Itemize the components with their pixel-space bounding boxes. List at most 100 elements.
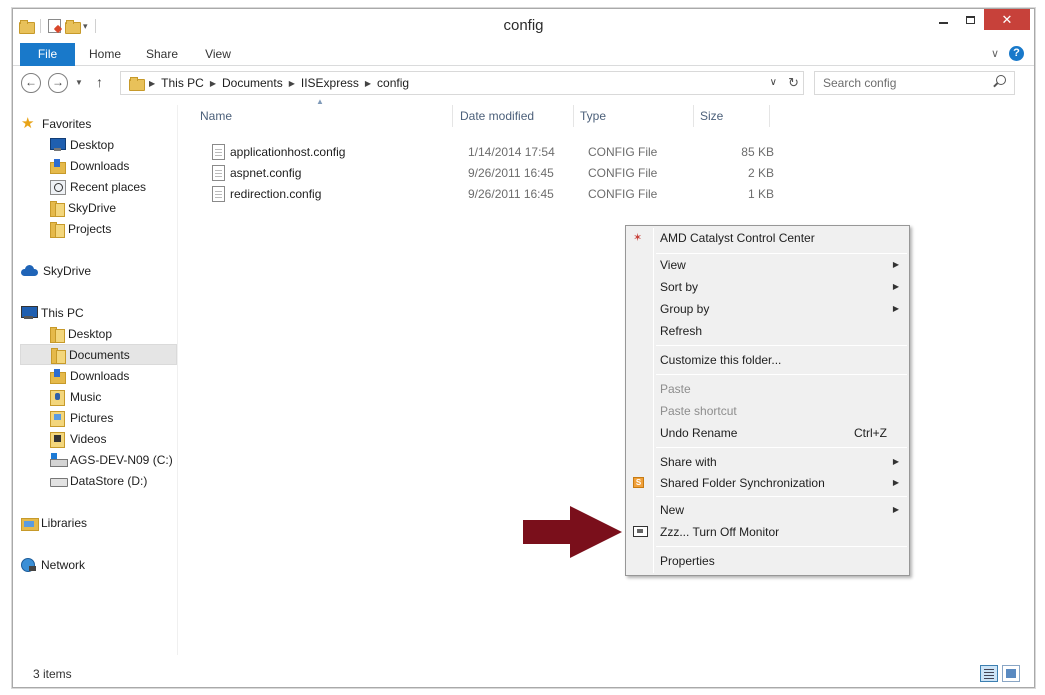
menu-item-properties[interactable]: Properties [628,550,907,572]
menu-item-paste-shortcut: Paste shortcut [628,400,907,422]
help-icon[interactable]: ? [1009,46,1024,61]
close-button[interactable]: ✕ [984,9,1030,30]
navigation-bar: ← → ▼ ↑ ▶ This PC ▶ Documents ▶ IISExpre… [13,71,1034,97]
menu-item-refresh[interactable]: Refresh [628,320,907,342]
nav-item-label: AGS-DEV-N09 (C:) [70,452,173,467]
file-size: 2 KB [747,166,774,180]
menu-item-label: AMD Catalyst Control Center [660,231,815,245]
large-icons-view-button[interactable] [1002,665,1020,682]
search-input[interactable]: Search config [814,71,1015,95]
breadcrumb-iisexpress[interactable]: IISExpress [301,76,359,90]
nav-pc-drive-d[interactable]: DataStore (D:) [50,470,177,491]
nav-pc-pictures[interactable]: Pictures [50,407,177,428]
drive-icon [50,474,68,487]
title-bar: ▾ config ✕ [13,9,1034,41]
breadcrumb-this-pc[interactable]: This PC [161,76,204,90]
keyboard-shortcut: Ctrl+Z [854,426,887,440]
breadcrumb-documents[interactable]: Documents [222,76,283,90]
menu-item-sort-by[interactable]: Sort by ▶ [628,276,907,298]
tab-share[interactable]: Share [137,43,187,66]
menu-item-turn-off-monitor[interactable]: Zzz... Turn Off Monitor [628,521,907,543]
nav-favorites[interactable]: ★ Favorites [21,113,176,134]
folder-icon [50,200,65,217]
file-row[interactable]: redirection.config 9/26/2011 16:45 CONFI… [198,184,788,205]
libraries-icon [21,516,39,531]
breadcrumb-separator-icon[interactable]: ▶ [149,79,155,88]
menu-item-label: Undo Rename [660,426,738,440]
nav-pc-drive-c[interactable]: AGS-DEV-N09 (C:) [50,449,177,470]
recent-locations-dropdown-icon[interactable]: ▼ [75,78,83,87]
menu-item-label: Paste [660,382,691,396]
column-header-date[interactable]: Date modified [454,105,574,127]
column-header-type[interactable]: Type [574,105,694,127]
nav-item-label: Videos [70,431,107,446]
details-view-button[interactable] [980,665,998,682]
up-button[interactable]: ↑ [96,74,103,90]
menu-item-undo-rename[interactable]: Undo Rename Ctrl+Z [628,422,907,444]
nav-fav-projects[interactable]: Projects [50,218,177,239]
folder-icon [50,326,65,343]
menu-item-amd-catalyst[interactable]: ✶ AMD Catalyst Control Center [628,227,907,249]
submenu-arrow-icon: ▶ [892,304,899,313]
ribbon-right-controls: ∨ ? [991,46,1024,61]
nav-pc-documents[interactable]: Documents [20,344,177,365]
breadcrumb-separator-icon[interactable]: ▶ [365,79,371,88]
status-bar: 3 items [13,661,1034,687]
nav-network[interactable]: Network [21,554,176,575]
tab-home[interactable]: Home [79,43,131,66]
breadcrumb-separator-icon[interactable]: ▶ [210,79,216,88]
menu-separator [656,546,907,547]
nav-skydrive[interactable]: SkyDrive [21,260,176,281]
forward-button[interactable]: → [48,73,68,93]
back-button[interactable]: ← [21,73,41,93]
expand-ribbon-chevron-icon[interactable]: ∨ [991,47,999,60]
menu-item-new[interactable]: New ▶ [628,499,907,521]
skydrive-cloud-icon [21,264,38,277]
amd-catalyst-icon: ✶ [633,232,643,244]
breadcrumb-separator-icon[interactable]: ▶ [289,79,295,88]
tab-view[interactable]: View [193,43,243,66]
folder-icon [50,221,65,238]
config-file-icon [212,165,225,181]
view-switcher [980,665,1020,682]
nav-item-label: SkyDrive [68,200,117,215]
menu-item-label: Sort by [660,280,699,294]
menu-separator [656,496,907,497]
menu-item-paste: Paste [628,378,907,400]
column-header-size[interactable]: Size [694,105,770,127]
menu-item-share-with[interactable]: Share with ▶ [628,451,907,473]
nav-fav-downloads[interactable]: Downloads [50,155,177,176]
menu-item-group-by[interactable]: Group by ▶ [628,298,907,320]
address-bar[interactable]: ▶ This PC ▶ Documents ▶ IISExpress ▶ con… [120,71,804,95]
nav-fav-recent-places[interactable]: Recent places [50,176,177,197]
submenu-arrow-icon: ▶ [892,260,899,269]
menu-item-customize-folder[interactable]: Customize this folder... [628,349,907,371]
desktop-icon [50,138,66,151]
nav-pc-music[interactable]: Music [50,386,177,407]
menu-item-shared-folder-sync[interactable]: S Shared Folder Synchronization ▶ [628,472,907,494]
nav-skydrive-label: SkyDrive [43,263,92,278]
menu-item-label: Refresh [660,324,703,338]
monitor-icon [633,526,648,537]
nav-pc-desktop[interactable]: Desktop [50,323,177,344]
menu-item-view[interactable]: View ▶ [628,254,907,276]
maximize-button[interactable] [957,9,984,30]
nav-pc-videos[interactable]: Videos [50,428,177,449]
videos-icon [50,432,65,448]
address-history-chevron-icon[interactable]: ∨ [770,77,777,88]
nav-fav-desktop[interactable]: Desktop [50,134,177,155]
file-row[interactable]: aspnet.config 9/26/2011 16:45 CONFIG Fil… [198,163,788,184]
minimize-button[interactable] [930,9,957,30]
refresh-icon[interactable]: ↻ [788,75,799,91]
nav-item-label: Desktop [68,326,113,341]
nav-this-pc[interactable]: This PC [21,302,176,323]
column-header-name[interactable]: Name [194,105,453,127]
nav-fav-skydrive[interactable]: SkyDrive [50,197,177,218]
menu-item-label: View [660,258,686,272]
search-icon[interactable] [996,75,1006,85]
nav-pc-downloads[interactable]: Downloads [50,365,177,386]
tab-file[interactable]: File [20,43,75,66]
breadcrumb-config[interactable]: config [377,76,409,90]
nav-libraries[interactable]: Libraries [21,512,176,533]
file-row[interactable]: applicationhost.config 1/14/2014 17:54 C… [198,142,788,163]
